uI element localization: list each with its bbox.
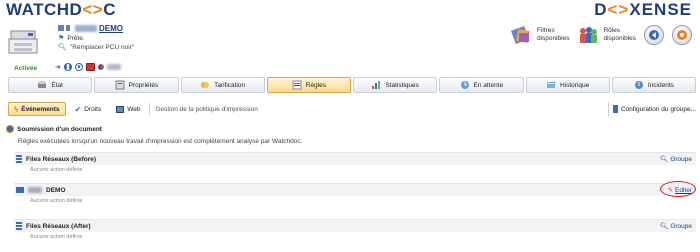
doxense-logo: D<>XENSE	[594, 0, 692, 19]
tab-etat[interactable]: État	[8, 77, 93, 93]
row-empty-text: Aucune action définie	[30, 198, 83, 204]
tab-en-attente[interactable]: En attente	[439, 77, 524, 93]
color-icon	[97, 64, 104, 70]
search-icon: 🔍︎	[660, 156, 669, 163]
device-replace-message: 🔍︎ "Remplacer PCU noir"	[58, 43, 135, 52]
highlight-oval	[659, 181, 696, 197]
activated-status: Activée	[14, 65, 38, 72]
pause-button[interactable]: ❚❚	[64, 63, 72, 71]
web-icon	[116, 105, 125, 113]
subtab-evenements[interactable]: ϟ Événements	[8, 102, 66, 116]
tab-historique[interactable]: Historique	[525, 77, 610, 93]
roles-button[interactable]: Rôles disponibles	[577, 24, 636, 46]
group-link[interactable]: 🔍︎ Groupe	[660, 155, 692, 164]
table-row: Files Réseaux (Before) 🔍︎ Groupe	[14, 152, 696, 165]
events-icon: ϟ	[14, 104, 19, 114]
table-row: DEMO ✎ Editer	[14, 181, 696, 197]
incidents-icon	[634, 81, 643, 89]
group-config-button[interactable]: Configuration du groupe...	[607, 102, 696, 116]
main-tabs: État Propriétés Tarification Règles Stat…	[8, 77, 696, 93]
device-status: ⚑ Prête.	[58, 34, 85, 43]
row-empty-text: Aucune action définie	[30, 234, 83, 240]
rule-group-after: Files Réseaux (After) 🔍︎ Groupe Aucune a…	[14, 219, 696, 242]
roles-icon	[580, 27, 598, 43]
rules-icon	[292, 80, 302, 90]
status-flag-icon: ⚑	[58, 35, 65, 42]
filters-icon	[510, 26, 530, 44]
statistics-icon	[372, 81, 381, 89]
tab-proprietes[interactable]: Propriétés	[94, 77, 179, 93]
tab-incidents[interactable]: Incidents	[611, 77, 696, 93]
sub-tabs: ϟ Événements ✔ Droits Web Gestion de la …	[8, 102, 696, 116]
redacted-text	[28, 187, 42, 193]
redacted-text	[106, 64, 121, 70]
device-type-icons	[58, 25, 70, 31]
device-icon	[58, 25, 64, 31]
arrow-icon: ➜	[55, 64, 61, 71]
device-controls: ➜ ❚❚ ■	[55, 63, 121, 71]
back-button[interactable]	[644, 25, 664, 45]
queue-icon	[16, 155, 22, 163]
settings-icon	[677, 30, 687, 40]
search-icon: 🔍︎	[660, 223, 669, 230]
device-icon	[66, 25, 70, 31]
settings-button[interactable]	[672, 25, 692, 45]
back-icon	[649, 30, 659, 40]
tab-statistiques[interactable]: Statistiques	[353, 77, 438, 93]
rights-icon: ✔	[74, 104, 82, 114]
rule-group-before: Files Réseaux (Before) 🔍︎ Groupe Aucune …	[14, 152, 696, 175]
edit-link[interactable]: ✎ Editer	[659, 181, 696, 197]
top-toolbar: Filtres disponibles Rôles disponibles	[510, 24, 692, 46]
table-row: Files Réseaux (After) 🔍︎ Groupe	[14, 219, 696, 232]
submission-icon	[6, 125, 14, 133]
section-title: Soumission d'un document	[6, 125, 102, 133]
properties-icon	[115, 80, 125, 90]
pricing-icon	[201, 82, 210, 88]
policy-description: Gestion de la politique d'impression	[155, 105, 258, 113]
subtab-droits[interactable]: ✔ Droits	[69, 102, 108, 116]
row-empty-text: Aucune action définie	[30, 167, 83, 173]
printer-image	[8, 30, 38, 54]
history-icon	[546, 82, 555, 88]
device-name-link[interactable]: DEMO	[75, 24, 123, 33]
subtab-web[interactable]: Web	[110, 102, 146, 116]
stop-button[interactable]: ■	[74, 63, 83, 71]
queue-icon	[16, 222, 22, 230]
section-description: Règles exécutées lorsqu'un nouveau trava…	[18, 138, 303, 145]
search-icon: 🔍︎	[58, 44, 67, 51]
watchdoc-logo: WATCHD<>C	[6, 0, 116, 19]
printer-icon	[38, 81, 47, 88]
tab-regles[interactable]: Règles	[266, 77, 351, 93]
filters-button[interactable]: Filtres disponibles	[510, 24, 569, 46]
printer-icon	[16, 187, 24, 193]
rule-group-device: DEMO ✎ Editer Aucune action définie	[14, 181, 696, 206]
group-link[interactable]: 🔍︎ Groupe	[660, 222, 692, 231]
tab-tarification[interactable]: Tarification	[180, 77, 265, 93]
pending-icon	[460, 81, 469, 89]
device-mode-icon	[85, 63, 95, 71]
divider	[149, 103, 151, 115]
group-config-icon	[612, 105, 618, 113]
